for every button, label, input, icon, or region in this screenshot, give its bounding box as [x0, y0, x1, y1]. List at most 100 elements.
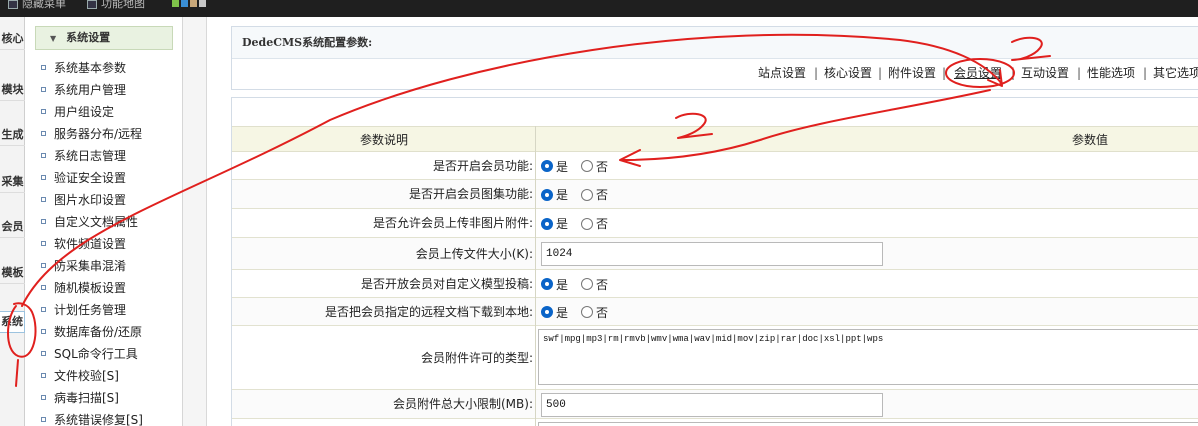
radio-yes[interactable]: [541, 278, 553, 290]
row-value: 是 否: [541, 270, 608, 298]
tab-site-settings[interactable]: 站点设置: [758, 65, 806, 81]
radio-yes[interactable]: [541, 217, 553, 230]
bullet-icon: [41, 65, 46, 70]
menu-item-label: 软件频道设置: [54, 237, 127, 251]
menu-item-label: 计划任务管理: [54, 303, 127, 317]
menu-item[interactable]: 系统日志管理: [41, 147, 126, 164]
tab-generate[interactable]: 生成: [0, 125, 25, 146]
main-content: DedeCMS系统配置参数: 站点设置 | 核心设置 | 附件设置 | 会员设置…: [207, 17, 1198, 426]
menu-item-label: 验证安全设置: [54, 171, 127, 185]
function-map-label: 功能地图: [101, 0, 145, 10]
tab-templates[interactable]: 模板: [0, 263, 25, 284]
row-label: 是否开放会员对自定义模型投稿:: [360, 277, 533, 291]
radio-yes[interactable]: [541, 306, 553, 318]
row-label: 是否允许会员上传非图片附件:: [372, 216, 533, 230]
tab-separator: |: [814, 66, 819, 80]
tab-members[interactable]: 会员: [0, 217, 25, 238]
tab-attachment-settings[interactable]: 附件设置: [888, 65, 936, 81]
radio-no[interactable]: [581, 278, 594, 290]
bullet-icon: [41, 351, 46, 356]
bullet-icon: [41, 417, 46, 422]
attachment-types-textarea[interactable]: swf|mpg|mp3|rm|rmvb|wmv|wma|wav|mid|mov|…: [538, 329, 1198, 385]
tab-performance-options[interactable]: 性能选项: [1087, 65, 1135, 81]
radio-yes[interactable]: [541, 188, 553, 201]
radio-yes-label: 是: [556, 277, 569, 292]
menu-item[interactable]: 用户组设定: [41, 103, 114, 120]
menu-item[interactable]: 系统基本参数: [41, 59, 126, 76]
theme-green-icon[interactable]: [172, 0, 179, 7]
tab-core[interactable]: 核心: [0, 29, 25, 50]
menu-item-label: 自定义文档属性: [54, 215, 139, 229]
tab-modules[interactable]: 模块: [0, 80, 25, 101]
tab-core-settings[interactable]: 核心设置: [824, 65, 872, 81]
tab-member-settings[interactable]: 会员设置: [954, 65, 1002, 81]
radio-no[interactable]: [581, 306, 594, 318]
settings-tabs: 站点设置 | 核心设置 | 附件设置 | 会员设置 | 互动设置 | 性能选项 …: [232, 65, 1198, 85]
bullet-icon: [41, 219, 46, 224]
table-row: 会员附件总大小限制(MB): 500: [232, 390, 1198, 419]
theme-blue-icon[interactable]: [181, 0, 188, 7]
menu-item-label: 数据库备份/还原: [54, 325, 143, 339]
tab-separator: |: [878, 66, 883, 80]
menu-item[interactable]: 软件频道设置: [41, 235, 126, 252]
menu-item[interactable]: 数据库备份/还原: [41, 323, 142, 340]
menu-item-label: SQL命令行工具: [54, 347, 138, 361]
tab-separator: |: [1143, 66, 1148, 80]
menu-item[interactable]: 系统用户管理: [41, 81, 126, 98]
radio-yes-label: 是: [556, 188, 569, 202]
menu-icon: [8, 0, 18, 9]
category-tabs: 核心 模块 生成 采集 会员 模板 系统: [0, 17, 25, 426]
menu-item[interactable]: 文件校验[S]: [41, 367, 119, 384]
map-icon: [87, 0, 97, 9]
function-map-button[interactable]: 功能地图: [87, 0, 145, 10]
tab-collect[interactable]: 采集: [0, 172, 25, 193]
menu-item[interactable]: 系统错误修复[S]: [41, 411, 143, 426]
row-label: 是否把会员指定的远程文档下载到本地:: [324, 305, 533, 319]
menu-item[interactable]: SQL命令行工具: [41, 345, 138, 362]
upload-size-input[interactable]: 1024: [541, 242, 883, 266]
hide-menu-label: 隐藏菜单: [22, 0, 66, 10]
menu-item-label: 系统基本参数: [54, 61, 127, 75]
row-label: 是否开启会员功能:: [432, 159, 533, 173]
menu-item[interactable]: 随机模板设置: [41, 279, 126, 296]
tab-separator: |: [1077, 66, 1082, 80]
frame-splitter[interactable]: [183, 17, 207, 426]
menu-item-label: 系统错误修复[S]: [54, 413, 143, 426]
row-value: 500: [541, 390, 883, 419]
bullet-icon: [41, 175, 46, 180]
menu-item-label: 服务器分布/远程: [54, 127, 143, 141]
menu-item[interactable]: 自定义文档属性: [41, 213, 138, 230]
radio-no-label: 否: [596, 277, 609, 292]
tab-system[interactable]: 系统: [0, 311, 25, 333]
table-header: 参数说明 参数值: [232, 126, 1198, 152]
menu-item[interactable]: 计划任务管理: [41, 301, 126, 318]
theme-gray-icon[interactable]: [199, 0, 206, 7]
radio-no-label: 否: [596, 188, 609, 202]
radio-no[interactable]: [581, 160, 594, 172]
radio-no[interactable]: [581, 217, 594, 230]
column-header-value: 参数值: [1072, 133, 1109, 147]
tab-other-options[interactable]: 其它选项: [1153, 65, 1198, 81]
radio-yes-label: 是: [556, 217, 569, 231]
hide-menu-button[interactable]: 隐藏菜单: [8, 0, 66, 10]
menu-item[interactable]: 防采集串混淆: [41, 257, 126, 274]
next-row-input[interactable]: [538, 422, 1198, 426]
menu-item[interactable]: 服务器分布/远程: [41, 125, 142, 142]
attachment-total-size-input[interactable]: 500: [541, 392, 883, 417]
menu-item[interactable]: 图片水印设置: [41, 191, 126, 208]
row-value: 是 否: [541, 209, 608, 238]
bullet-icon: [41, 153, 46, 158]
theme-brown-icon[interactable]: [190, 0, 197, 7]
menu-item[interactable]: 病毒扫描[S]: [41, 389, 119, 406]
radio-yes[interactable]: [541, 160, 553, 172]
row-label: 是否开启会员图集功能:: [408, 187, 533, 201]
caret-down-icon: ▼: [50, 34, 57, 43]
tab-interaction-settings[interactable]: 互动设置: [1021, 65, 1069, 81]
radio-no[interactable]: [581, 188, 594, 201]
menu-item-label: 随机模板设置: [54, 281, 127, 295]
menu-item[interactable]: 验证安全设置: [41, 169, 126, 186]
bullet-icon: [41, 131, 46, 136]
menu-item-label: 病毒扫描[S]: [54, 391, 119, 405]
member-settings-table: 参数说明 参数值 是否开启会员功能: 是 否 是否开启会员图集功能: 是 否 是…: [231, 97, 1198, 426]
menu-section-header[interactable]: ▼ 系统设置: [35, 26, 173, 50]
